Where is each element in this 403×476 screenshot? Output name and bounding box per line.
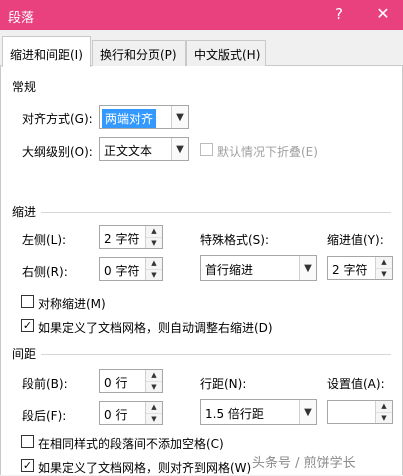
tab-strip: 缩进和间距(I) 换行和分页(P) 中文版式(H): [0, 30, 403, 67]
alignment-select[interactable]: 两端对齐 ▼: [99, 105, 189, 129]
chevron-down-icon[interactable]: ▼: [299, 400, 316, 424]
tab-line-page-breaks[interactable]: 换行和分页(P): [92, 40, 186, 66]
outline-level-value: 正文文本: [104, 144, 153, 158]
collapse-checkbox[interactable]: [200, 143, 213, 156]
caret-up-icon[interactable]: ▲: [146, 226, 162, 237]
caret-up-icon[interactable]: ▲: [146, 370, 162, 381]
caret-down-icon[interactable]: ▼: [146, 413, 162, 424]
collapse-label: 默认情况下折叠(E): [217, 145, 318, 159]
line-spacing-value: 1.5 倍行距: [205, 407, 264, 421]
section-divider: [41, 212, 391, 213]
indent-by-value: 2 字符: [332, 263, 368, 277]
chevron-down-icon[interactable]: ▼: [299, 256, 316, 280]
special-indent-select[interactable]: 首行缩进 ▼: [200, 255, 317, 281]
line-spacing-at-label: 设置值(A):: [327, 377, 385, 391]
mirror-indent-checkbox[interactable]: [21, 295, 34, 308]
section-indent-heading: 缩进: [12, 205, 37, 219]
no-space-same-style-checkbox[interactable]: [21, 435, 34, 448]
section-divider: [41, 354, 391, 355]
caret-down-icon[interactable]: ▼: [146, 237, 162, 248]
space-after-value: 0 行: [104, 408, 128, 422]
mirror-indent-label: 对称缩进(M): [38, 297, 106, 311]
snap-to-grid-checkbox[interactable]: ✓: [21, 459, 34, 472]
watermark-text: 头条号 / 煎饼学长: [252, 456, 356, 471]
caret-up-icon[interactable]: ▲: [146, 258, 162, 269]
checkmark-icon: ✓: [22, 459, 33, 472]
outline-level-label: 大纲级别(O):: [22, 145, 93, 159]
section-general-heading: 常规: [12, 80, 37, 94]
line-spacing-label: 行距(N):: [200, 377, 247, 391]
indent-right-value: 0 字符: [104, 264, 140, 278]
checkmark-icon: ✓: [22, 319, 33, 332]
dialog-title: 段落: [8, 11, 35, 26]
dialog-content: 常规 对齐方式(G): 两端对齐 ▼ 大纲级别(O): 正文文本 ▼ 默认情况下…: [0, 66, 403, 475]
space-after-label: 段后(F):: [22, 409, 67, 423]
caret-down-icon[interactable]: ▼: [376, 412, 392, 423]
line-spacing-at-spinner[interactable]: ▲ ▼: [327, 400, 393, 424]
chevron-down-icon[interactable]: ▼: [171, 138, 188, 160]
indent-left-value: 2 字符: [104, 232, 140, 246]
caret-up-icon[interactable]: ▲: [376, 257, 392, 268]
caret-down-icon[interactable]: ▼: [146, 381, 162, 392]
space-before-spinner[interactable]: 0 行 ▲ ▼: [99, 369, 163, 393]
special-indent-label: 特殊格式(S):: [200, 233, 270, 247]
auto-adjust-checkbox[interactable]: ✓: [21, 319, 34, 332]
indent-by-spinner[interactable]: 2 字符 ▲ ▼: [327, 256, 393, 280]
title-bar: 段落 ? ✕: [0, 0, 403, 30]
snap-to-grid-label: 如果定义了文档网格，则对齐到网格(W): [38, 461, 252, 475]
tab-asian-typography[interactable]: 中文版式(H): [186, 40, 266, 66]
auto-adjust-label: 如果定义了文档网格，则自动调整右缩进(D): [38, 321, 273, 335]
alignment-value: 两端对齐: [102, 109, 157, 128]
section-spacing-heading: 间距: [12, 347, 37, 361]
help-button[interactable]: ?: [331, 5, 347, 23]
alignment-label: 对齐方式(G):: [22, 112, 93, 126]
indent-right-label: 右侧(R):: [22, 265, 68, 279]
close-button[interactable]: ✕: [374, 4, 392, 23]
chevron-down-icon[interactable]: ▼: [171, 106, 188, 128]
caret-up-icon[interactable]: ▲: [146, 402, 162, 413]
caret-down-icon[interactable]: ▼: [146, 269, 162, 280]
indent-right-spinner[interactable]: 0 字符 ▲ ▼: [99, 257, 163, 281]
no-space-same-style-label: 在相同样式的段落间不添加空格(C): [38, 437, 224, 451]
outline-level-select[interactable]: 正文文本 ▼: [99, 137, 189, 161]
space-before-value: 0 行: [104, 376, 128, 390]
indent-left-label: 左侧(L):: [22, 233, 67, 247]
indent-by-label: 缩进值(Y):: [327, 233, 384, 247]
caret-up-icon[interactable]: ▲: [376, 401, 392, 412]
indent-left-spinner[interactable]: 2 字符 ▲ ▼: [99, 225, 163, 249]
space-before-label: 段前(B):: [22, 377, 68, 391]
caret-down-icon[interactable]: ▼: [376, 268, 392, 279]
tab-indents-spacing[interactable]: 缩进和间距(I): [2, 36, 91, 67]
line-spacing-select[interactable]: 1.5 倍行距 ▼: [200, 399, 317, 425]
space-after-spinner[interactable]: 0 行 ▲ ▼: [99, 401, 163, 425]
special-indent-value: 首行缩进: [205, 263, 254, 277]
